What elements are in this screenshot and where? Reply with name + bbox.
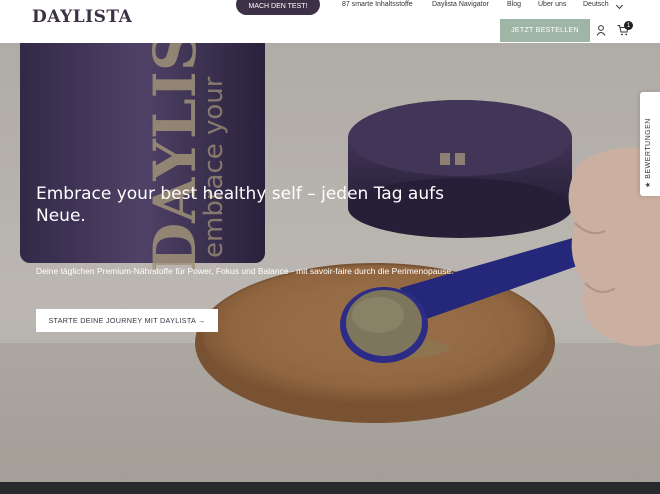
hero-title: Embrace your best healthy self – jeden T… — [36, 184, 444, 226]
nav-item-ingredients[interactable]: 87 smarte Inhaltsstoffe — [342, 1, 422, 8]
user-icon[interactable] — [596, 25, 606, 36]
brand-logo[interactable]: DAYLISTA — [32, 7, 132, 27]
hero-section: DAYLISTA embrace your Embrace your best … — [0, 43, 660, 482]
chevron-down-icon[interactable] — [615, 1, 624, 10]
nav-item-navigator[interactable]: Daylista Navigator — [432, 1, 502, 8]
start-journey-button[interactable]: STARTE DEINE JOURNEY MIT DAYLISTA → — [36, 309, 218, 332]
nav-item-blog[interactable]: Blog — [507, 1, 521, 8]
cart-count-badge: 1 — [624, 21, 633, 30]
hero-image: DAYLISTA embrace your — [0, 43, 660, 482]
nav-item-about[interactable]: Über uns — [538, 1, 566, 8]
site-header: DAYLISTA MACH DEN TEST! 87 smarte Inhalt… — [0, 0, 660, 43]
hero-subtitle: Deine täglichen Premium-Nährstoffe für P… — [36, 266, 454, 276]
language-selector[interactable]: Deutsch — [583, 1, 609, 8]
take-test-button[interactable]: MACH DEN TEST! — [236, 0, 320, 15]
reviews-tab[interactable]: ★ BEWERTUNGEN — [640, 92, 660, 196]
reviews-tab-label: ★ BEWERTUNGEN — [645, 118, 652, 188]
footer-strip — [0, 482, 660, 494]
order-now-button[interactable]: JETZT BESTELLEN — [500, 19, 590, 42]
